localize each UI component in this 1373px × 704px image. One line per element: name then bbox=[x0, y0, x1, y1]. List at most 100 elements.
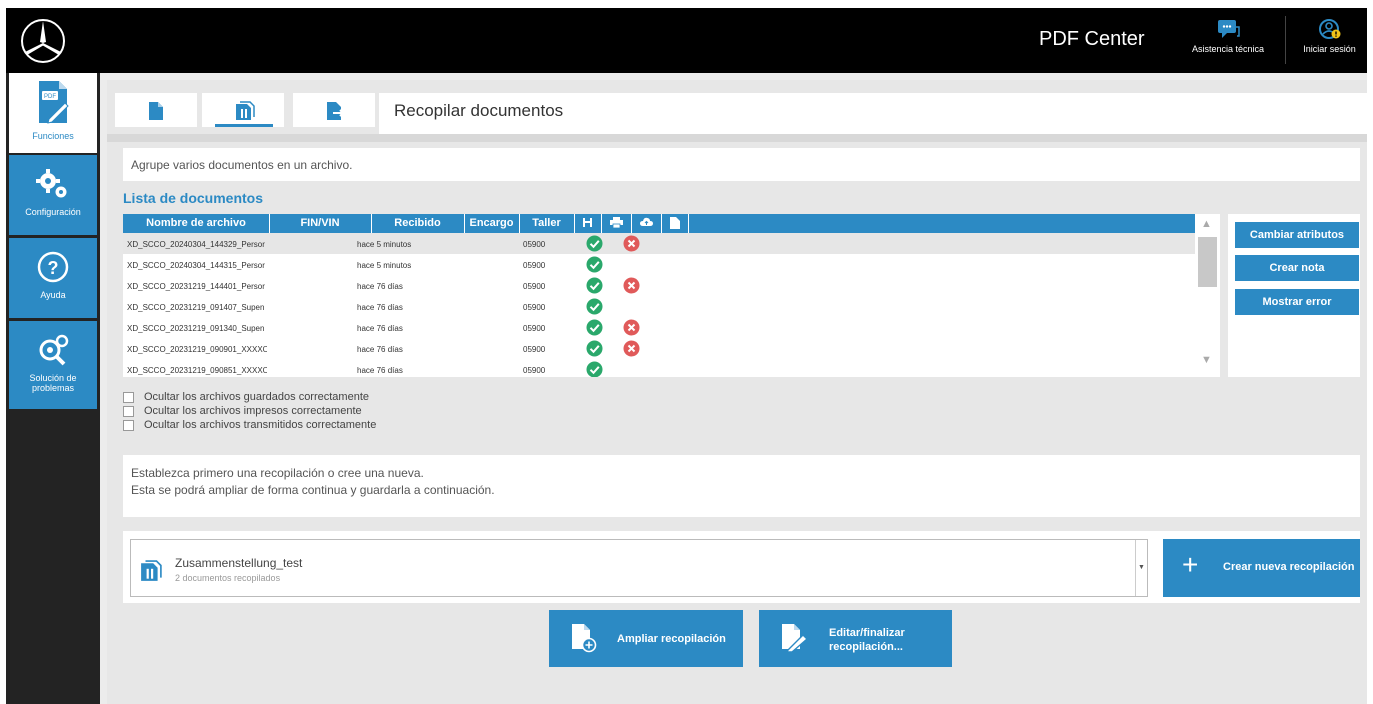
troubleshoot-icon bbox=[39, 334, 69, 366]
tab-bar: Recopilar documentos bbox=[107, 80, 1367, 134]
login-label: Iniciar sesión bbox=[1303, 44, 1356, 54]
new-collection-button[interactable]: + Crear nueva recopilación bbox=[1163, 539, 1360, 597]
filter-hide-transmitted[interactable]: Ocultar los archivos transmitidos correc… bbox=[123, 418, 376, 432]
description-text: Agrupe varios documentos en un archivo. bbox=[123, 148, 1360, 181]
show-error-button[interactable]: Mostrar error bbox=[1235, 289, 1359, 315]
filter-hide-printed[interactable]: Ocultar los archivos impresos correctame… bbox=[123, 404, 376, 418]
workshop-code: 05900 bbox=[523, 240, 546, 249]
content-separator bbox=[107, 134, 1367, 142]
file-name: XD_SCCO_20231219_144401_Persor bbox=[127, 282, 265, 291]
workshop-code: 05900 bbox=[523, 324, 546, 333]
login-button[interactable]: Iniciar sesión bbox=[1292, 18, 1367, 54]
svg-text:?: ? bbox=[48, 258, 59, 278]
column-header-saved[interactable] bbox=[574, 217, 601, 231]
export-document-icon bbox=[327, 102, 346, 120]
active-tab-indicator bbox=[215, 124, 273, 127]
info-line: Esta se podrá ampliar de forma continua … bbox=[131, 483, 495, 497]
column-header-received[interactable]: Recibido bbox=[371, 217, 464, 229]
file-name: XD_SCCO_20231219_091407_Supen bbox=[127, 303, 265, 312]
document-icon bbox=[149, 102, 163, 120]
scroll-up-icon[interactable]: ▲ bbox=[1201, 218, 1212, 230]
filter-label: Ocultar los archivos impresos correctame… bbox=[144, 405, 362, 417]
column-header-transmitted[interactable] bbox=[631, 217, 661, 230]
column-header-name[interactable]: Nombre de archivo bbox=[123, 217, 269, 229]
extend-collection-button[interactable]: Ampliar recopilación bbox=[549, 610, 743, 667]
filter-hide-saved[interactable]: Ocultar los archivos guardados correctam… bbox=[123, 390, 376, 404]
divider bbox=[688, 214, 689, 233]
create-note-button[interactable]: Crear nota bbox=[1235, 255, 1359, 281]
received-time: hace 5 minutos bbox=[357, 261, 412, 270]
table-row[interactable]: XD_SCCO_20231219_144401_Persor hace 76 dí… bbox=[123, 275, 1195, 296]
error-icon bbox=[623, 277, 640, 296]
column-header-file[interactable] bbox=[661, 217, 688, 232]
file-name: XD_SCCO_20231219_090901_XXXXO bbox=[127, 345, 267, 354]
app-window: PDF Center Asistencia técnica Iniciar se… bbox=[6, 8, 1367, 704]
file-name: XD_SCCO_20231219_090851_XXXXO bbox=[127, 366, 267, 375]
new-collection-label: Crear nueva recopilación bbox=[1223, 561, 1355, 573]
sidebar-item-ayuda[interactable]: ? Ayuda bbox=[9, 238, 97, 318]
chevron-down-icon[interactable]: ▼ bbox=[1135, 540, 1147, 596]
table-row[interactable]: XD_SCCO_20231219_090851_XXXXO hace 76 día… bbox=[123, 359, 1195, 377]
workshop-code: 05900 bbox=[523, 366, 546, 375]
error-icon bbox=[623, 319, 640, 338]
document-list-heading: Lista de documentos bbox=[123, 190, 264, 206]
help-icon: ? bbox=[37, 251, 69, 283]
sidebar-item-label: Ayuda bbox=[40, 290, 66, 300]
tab-export-document[interactable] bbox=[293, 93, 375, 127]
success-icon bbox=[586, 256, 603, 275]
gears-icon bbox=[36, 169, 67, 198]
column-header-workshop[interactable]: Taller bbox=[519, 217, 574, 229]
table-row[interactable]: XD_SCCO_20240304_144315_Persor hace 5 min… bbox=[123, 254, 1195, 275]
table-row[interactable]: XD_SCCO_20231219_091407_Supen hace 76 día… bbox=[123, 296, 1195, 317]
edit-finalize-label: Editar/finalizar recopilación... bbox=[829, 626, 905, 654]
tab-collect-documents[interactable] bbox=[202, 93, 284, 127]
table-row[interactable]: XD_SCCO_20240304_144329_Persor hace 5 min… bbox=[123, 233, 1195, 254]
cloud-upload-icon bbox=[639, 217, 653, 226]
file-name: XD_SCCO_20231219_091340_Supen bbox=[127, 324, 265, 333]
received-time: hace 76 días bbox=[357, 366, 403, 375]
collection-name: Zusammenstellung_test bbox=[175, 556, 303, 570]
workshop-code: 05900 bbox=[523, 282, 546, 291]
save-icon bbox=[583, 218, 592, 227]
filter-label: Ocultar los archivos guardados correctam… bbox=[144, 391, 369, 403]
workshop-code: 05900 bbox=[523, 261, 546, 270]
sidebar-item-label: Configuración bbox=[25, 207, 81, 217]
sidebar-item-funciones[interactable]: PDF Funciones bbox=[9, 73, 97, 153]
collection-select[interactable]: Zusammenstellung_test 2 documentos recop… bbox=[130, 539, 1148, 597]
scroll-down-icon[interactable]: ▼ bbox=[1201, 354, 1212, 366]
checkbox[interactable] bbox=[123, 405, 134, 417]
file-name: XD_SCCO_20240304_144329_Persor bbox=[127, 240, 265, 249]
tab-document[interactable] bbox=[115, 93, 197, 127]
page-header: Recopilar documentos bbox=[379, 93, 1367, 134]
column-header-fin[interactable]: FIN/VIN bbox=[269, 217, 371, 229]
main-content: Recopilar documentos Agrupe varios docum… bbox=[107, 80, 1367, 704]
received-time: hace 76 días bbox=[357, 345, 403, 354]
column-header-order[interactable]: Encargo bbox=[464, 217, 519, 229]
scrollbar[interactable]: ▲ ▼ bbox=[1195, 214, 1220, 377]
table-row[interactable]: XD_SCCO_20231219_090901_XXXXO hace 76 día… bbox=[123, 338, 1195, 359]
scroll-thumb[interactable] bbox=[1198, 237, 1217, 287]
extend-collection-label: Ampliar recopilación bbox=[617, 633, 726, 645]
sidebar-item-configuracion[interactable]: Configuración bbox=[9, 155, 97, 235]
user-icon bbox=[1318, 19, 1340, 39]
top-bar: PDF Center Asistencia técnica Iniciar se… bbox=[6, 8, 1367, 73]
edit-finalize-button[interactable]: Editar/finalizar recopilación... bbox=[759, 610, 952, 667]
change-attributes-button[interactable]: Cambiar atributos bbox=[1235, 222, 1359, 248]
error-icon bbox=[623, 235, 640, 254]
sidebar: PDF Funciones Configuración ? Ayuda Solu… bbox=[6, 73, 100, 704]
sidebar-item-label: Funciones bbox=[32, 131, 74, 141]
column-header-printed[interactable] bbox=[601, 217, 631, 231]
sidebar-item-solucion[interactable]: Solución de problemas bbox=[9, 321, 97, 409]
table-row[interactable]: XD_SCCO_20231219_091340_Supen hace 76 día… bbox=[123, 317, 1195, 338]
received-time: hace 76 días bbox=[357, 324, 403, 333]
success-icon bbox=[586, 319, 603, 338]
edit-finalize-line: Editar/finalizar bbox=[829, 627, 905, 639]
success-icon bbox=[586, 235, 603, 254]
checkbox[interactable] bbox=[123, 419, 134, 431]
checkbox[interactable] bbox=[123, 391, 134, 403]
received-time: hace 76 días bbox=[357, 282, 403, 291]
pdf-icon: PDF bbox=[39, 81, 69, 124]
collection-count: 2 documentos recopilados bbox=[175, 573, 281, 583]
workshop-code: 05900 bbox=[523, 303, 546, 312]
support-button[interactable]: Asistencia técnica bbox=[1183, 18, 1273, 54]
